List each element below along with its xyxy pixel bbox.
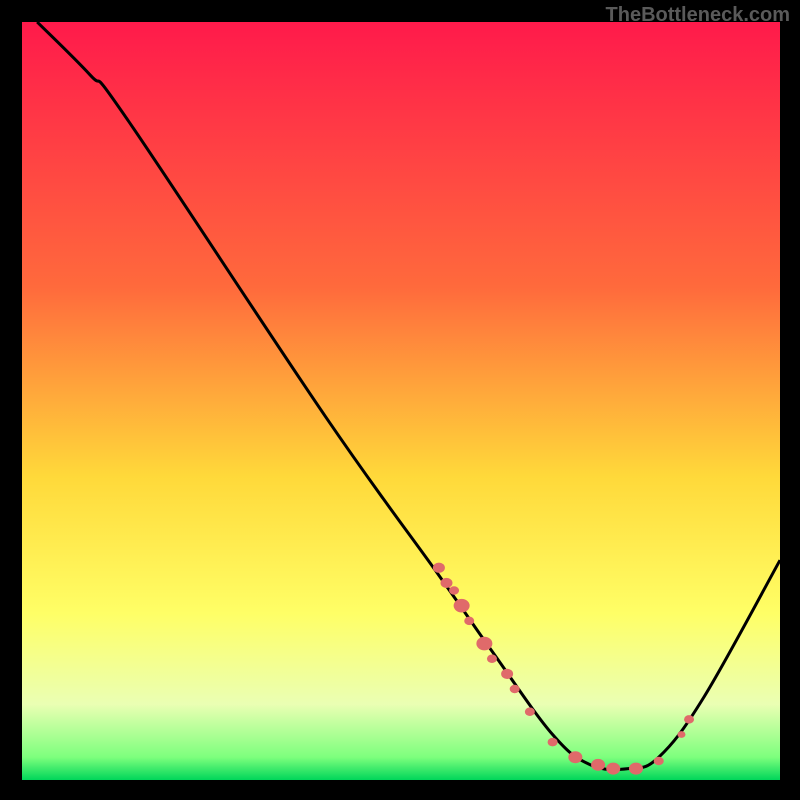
bottleneck-marker [654, 757, 664, 766]
bottleneck-marker [433, 563, 445, 573]
bottleneck-marker [510, 685, 520, 694]
bottleneck-marker [476, 637, 492, 651]
bottleneck-marker [548, 738, 558, 747]
bottleneck-marker [606, 763, 620, 775]
chart-background-gradient [22, 22, 780, 780]
attribution-label: TheBottleneck.com [606, 4, 790, 27]
bottleneck-marker [684, 715, 694, 724]
bottleneck-marker [501, 669, 513, 679]
chart-svg [22, 22, 780, 780]
bottleneck-marker [677, 731, 685, 738]
bottleneck-marker [464, 617, 474, 626]
bottleneck-marker [487, 654, 497, 663]
bottleneck-marker [568, 751, 582, 763]
bottleneck-marker [440, 578, 452, 588]
bottleneck-chart [22, 22, 780, 780]
bottleneck-marker [449, 586, 459, 595]
bottleneck-marker [525, 708, 535, 717]
bottleneck-marker [591, 759, 605, 771]
bottleneck-marker [454, 599, 470, 613]
bottleneck-marker [629, 763, 643, 775]
